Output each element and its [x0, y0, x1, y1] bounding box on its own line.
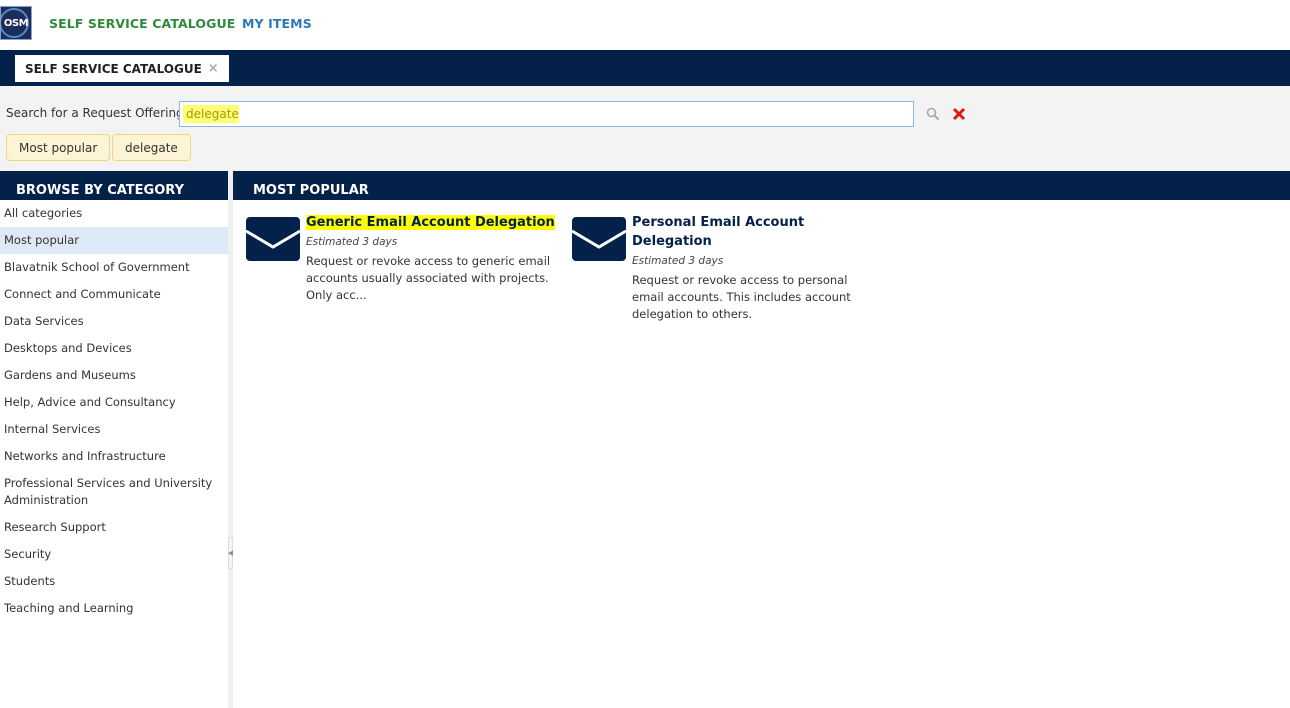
category-item-research-support[interactable]: Research Support	[0, 514, 228, 541]
category-item-most-popular[interactable]: Most popular	[0, 227, 228, 254]
osm-logo[interactable]: OSM	[0, 6, 32, 40]
clear-search-icon[interactable]	[950, 104, 968, 124]
offering-estimate: Estimated 3 days	[632, 255, 724, 267]
nav-self-service-catalogue[interactable]: SELF SERVICE CATALOGUE	[49, 16, 235, 31]
logo-text: OSM	[3, 17, 29, 29]
category-item-teaching-learning[interactable]: Teaching and Learning	[0, 595, 228, 622]
offering-card[interactable]: Personal Email Account Delegation Estima…	[572, 213, 862, 323]
category-item-connect-communicate[interactable]: Connect and Communicate	[0, 281, 228, 308]
offering-card[interactable]: Generic Email Account Delegation Estimat…	[246, 213, 556, 304]
search-label: Search for a Request Offering:	[6, 106, 188, 120]
search-icon[interactable]	[924, 105, 942, 123]
offering-description: Request or revoke access to personal ema…	[632, 273, 851, 321]
category-item-professional-services[interactable]: Professional Services and University Adm…	[0, 470, 228, 514]
offering-description: Request or revoke access to generic emai…	[306, 254, 551, 302]
filter-chip-delegate[interactable]: delegate	[112, 134, 191, 161]
filter-chip-most-popular[interactable]: Most popular	[6, 134, 111, 161]
tab-self-service-catalogue[interactable]: SELF SERVICE CATALOGUE ×	[15, 55, 229, 82]
offering-title[interactable]: Generic Email Account Delegation	[306, 213, 556, 232]
close-icon[interactable]: ×	[208, 61, 219, 76]
offering-title-text: Personal Email Account Delegation	[632, 215, 805, 249]
category-item-internal-services[interactable]: Internal Services	[0, 416, 228, 443]
tab-label: SELF SERVICE CATALOGUE	[25, 61, 202, 76]
envelope-icon	[246, 217, 300, 261]
category-list: All categories Most popular Blavatnik Sc…	[0, 200, 228, 622]
category-item-all-categories[interactable]: All categories	[0, 200, 228, 227]
search-input[interactable]	[179, 101, 914, 127]
offering-title-text: Generic Email Account Delegation	[306, 215, 555, 230]
sidebar-title: BROWSE BY CATEGORY	[0, 171, 228, 200]
top-navigation: OSM SELF SERVICE CATALOGUE MY ITEMS	[0, 0, 1290, 50]
offering-estimate: Estimated 3 days	[306, 236, 398, 248]
search-area: Search for a Request Offering: Most popu…	[0, 86, 1290, 171]
tab-bar: SELF SERVICE CATALOGUE ×	[0, 50, 1290, 86]
category-item-blavatnik[interactable]: Blavatnik School of Government	[0, 254, 228, 281]
section-title: MOST POPULAR	[233, 171, 1290, 200]
offering-title[interactable]: Personal Email Account Delegation	[632, 213, 862, 251]
category-item-security[interactable]: Security	[0, 541, 228, 568]
category-item-gardens-museums[interactable]: Gardens and Museums	[0, 362, 228, 389]
category-item-students[interactable]: Students	[0, 568, 228, 595]
main-content: MOST POPULAR Generic Email Account Deleg…	[233, 171, 1290, 708]
category-item-desktops-devices[interactable]: Desktops and Devices	[0, 335, 228, 362]
category-item-networks[interactable]: Networks and Infrastructure	[0, 443, 228, 470]
envelope-icon	[572, 217, 626, 261]
nav-my-items[interactable]: MY ITEMS	[242, 16, 312, 31]
category-item-help-advice[interactable]: Help, Advice and Consultancy	[0, 389, 228, 416]
category-sidebar: BROWSE BY CATEGORY All categories Most p…	[0, 171, 228, 708]
category-item-data-services[interactable]: Data Services	[0, 308, 228, 335]
